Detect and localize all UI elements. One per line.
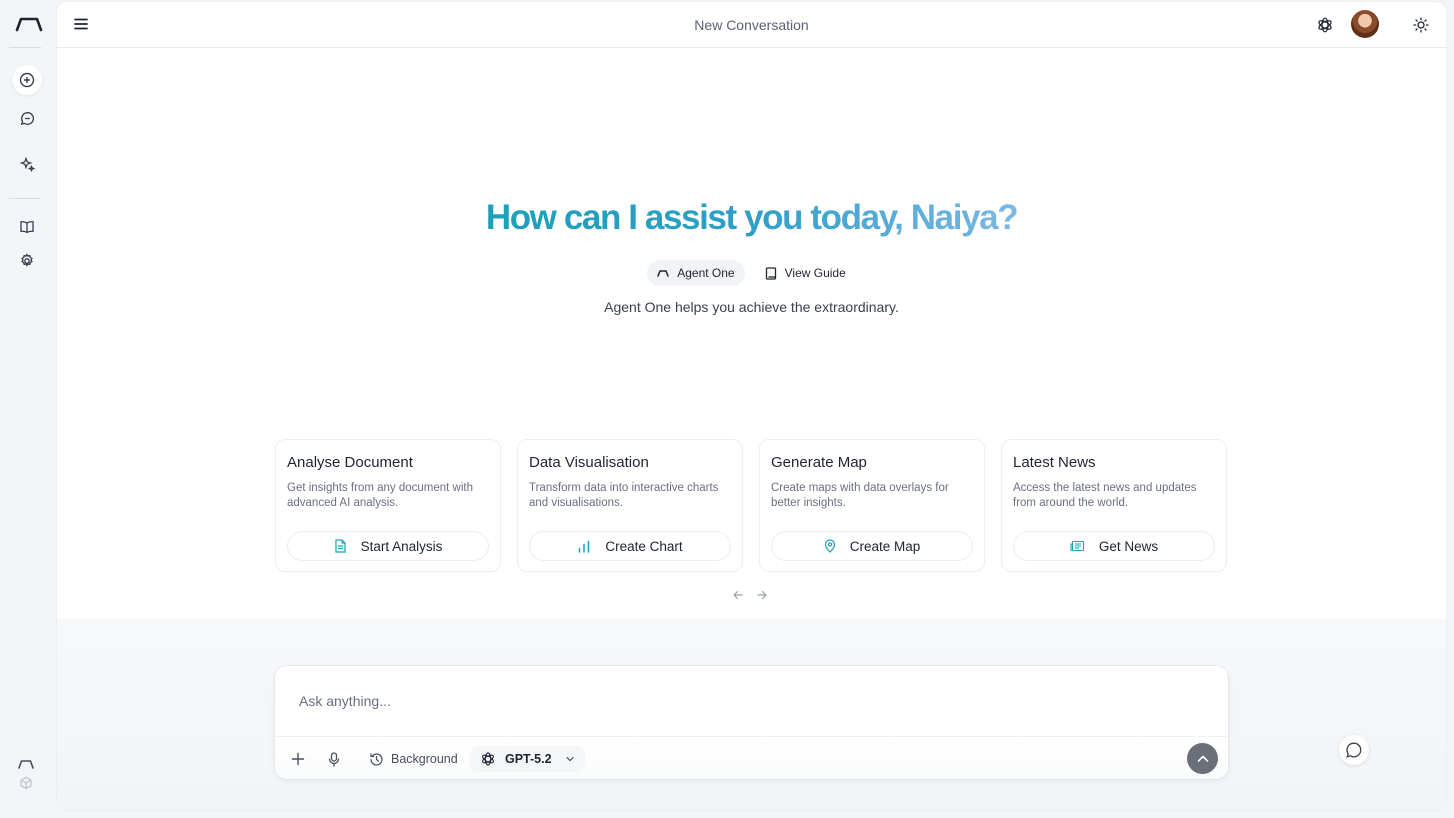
get-news-button[interactable]: Get News (1013, 531, 1215, 561)
brand-mark-icon (18, 760, 34, 769)
pill-label: View Guide (784, 266, 846, 280)
newspaper-icon (1070, 540, 1084, 552)
arrow-up-icon (1197, 755, 1208, 762)
card-title: Data Visualisation (529, 454, 649, 471)
openai-logo-icon (482, 752, 494, 766)
card-title: Latest News (1013, 454, 1096, 471)
top-bar: New Conversation (57, 2, 1446, 48)
background-toggle[interactable]: Background (369, 746, 458, 772)
card-data-visualisation: Data Visualisation Transform data into i… (517, 439, 743, 572)
explore-button[interactable] (12, 149, 42, 179)
book-icon (765, 266, 776, 280)
conversation-title: New Conversation (694, 17, 809, 33)
history-clock-icon (370, 752, 383, 766)
settings-button[interactable] (12, 246, 42, 276)
start-analysis-button[interactable]: Start Analysis (287, 531, 489, 561)
quick-action-cards: Analyse Document Get insights from any d… (275, 439, 1227, 572)
arrow-right-icon (757, 590, 767, 600)
background-label: Background (391, 752, 458, 766)
plus-icon (291, 752, 305, 766)
card-pager (730, 587, 770, 603)
attach-button[interactable] (289, 746, 307, 772)
card-description: Transform data into interactive charts a… (529, 482, 719, 509)
map-pin-icon (824, 539, 835, 553)
view-guide-pill[interactable]: View Guide (755, 260, 856, 286)
card-title: Analyse Document (287, 454, 413, 471)
arrow-left-icon (733, 590, 743, 600)
card-description: Get insights from any document with adva… (287, 482, 473, 509)
message-input[interactable] (275, 666, 1228, 736)
agent-one-pill[interactable]: Agent One (647, 260, 745, 286)
create-map-button[interactable]: Create Map (771, 531, 973, 561)
sun-icon (1413, 17, 1429, 33)
message-composer: Background GPT-5.2 (275, 666, 1228, 779)
pager-prev-button[interactable] (730, 587, 746, 603)
main-panel: New Conversation How can I assist you to… (57, 2, 1446, 810)
agent-pill-row: Agent One View Guide (57, 260, 1446, 286)
voice-input-button[interactable] (325, 746, 343, 772)
card-latest-news: Latest News Access the latest news and u… (1001, 439, 1227, 572)
pill-label: Agent One (677, 266, 735, 280)
gear-icon (21, 253, 33, 267)
book-open-icon (20, 221, 34, 234)
chat-bubble-icon (20, 111, 34, 125)
card-description: Create maps with data overlays for bette… (771, 482, 949, 509)
send-button[interactable] (1187, 743, 1218, 774)
rail-divider (9, 47, 41, 48)
model-provider-button[interactable] (1313, 13, 1337, 37)
rail-divider (9, 198, 41, 199)
card-button-label: Create Map (849, 538, 921, 554)
microphone-icon (328, 751, 340, 767)
create-chart-button[interactable]: Create Chart (529, 531, 731, 561)
plus-circle-icon (19, 72, 35, 88)
library-button[interactable] (12, 212, 42, 242)
card-button-label: Start Analysis (360, 538, 443, 554)
conversations-button[interactable] (12, 103, 42, 133)
tagline: Agent One helps you achieve the extraord… (604, 299, 899, 315)
chevron-down-icon (565, 756, 574, 762)
card-description: Access the latest news and updates from … (1013, 482, 1197, 509)
theme-toggle-button[interactable] (1409, 13, 1433, 37)
bar-chart-icon (579, 540, 590, 553)
card-button-label: Create Chart (605, 538, 683, 554)
sparkle-icon (19, 156, 35, 172)
card-title: Generate Map (771, 454, 867, 471)
support-chat-button[interactable] (1339, 735, 1369, 765)
card-generate-map: Generate Map Create maps with data overl… (759, 439, 985, 572)
agent-logo-icon (657, 270, 669, 277)
openai-logo-icon (1318, 17, 1332, 33)
chat-bubble-icon (1346, 742, 1362, 758)
greeting-heading: How can I assist you today, Naiya? (485, 198, 1019, 237)
model-selector[interactable]: GPT-5.2 (470, 746, 585, 772)
cube-icon[interactable] (19, 776, 33, 790)
composer-toolbar: Background GPT-5.2 (275, 736, 1228, 779)
user-avatar[interactable] (1351, 10, 1379, 38)
card-button-label: Get News (1098, 538, 1159, 554)
left-rail (0, 0, 56, 818)
new-chat-button[interactable] (12, 65, 42, 95)
model-name: GPT-5.2 (505, 752, 552, 766)
card-analyse-document: Analyse Document Get insights from any d… (275, 439, 501, 572)
app-logo-icon[interactable] (14, 14, 44, 34)
pager-next-button[interactable] (754, 587, 770, 603)
document-icon (334, 539, 346, 553)
